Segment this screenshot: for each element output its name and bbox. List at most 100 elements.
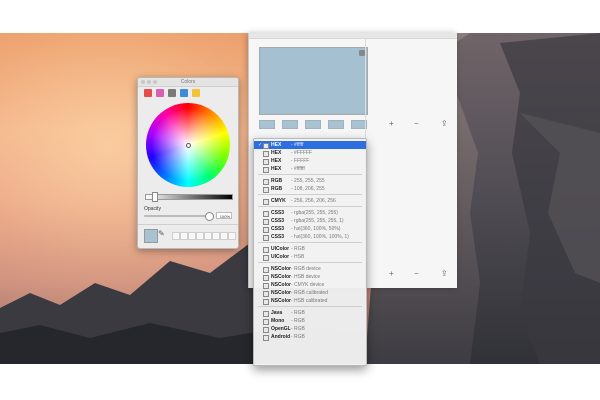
menu-item-label: Mono	[271, 318, 285, 324]
share-button-bottom[interactable]: ⇪	[441, 269, 448, 278]
eyedropper-icon[interactable]: ✎	[158, 229, 165, 238]
menu-item-value: - HSB device	[291, 274, 321, 280]
saved-swatch[interactable]	[188, 232, 196, 240]
add-button-bottom[interactable]: +	[389, 269, 394, 278]
menu-item-label: Android	[271, 334, 291, 340]
format-icon	[263, 235, 269, 241]
menu-separator	[258, 174, 362, 175]
menu-item-label: NSColor	[271, 274, 291, 280]
menu-item-nscolor[interactable]: NSColor - CMYK device	[254, 281, 366, 289]
brightness-slider[interactable]	[145, 194, 233, 200]
menu-item-label: NSColor	[271, 266, 291, 272]
saved-swatch[interactable]	[220, 232, 228, 240]
color-chip[interactable]	[282, 120, 298, 129]
format-icon	[263, 335, 269, 341]
menu-separator	[258, 262, 362, 263]
color-chip[interactable]	[328, 120, 344, 129]
menu-item-value: - 255, 255, 255	[291, 178, 325, 184]
color-chip[interactable]	[259, 120, 275, 129]
menu-item-value: - RGB	[291, 310, 305, 316]
menu-item-value: - RGB	[291, 318, 305, 324]
saved-swatch[interactable]	[172, 232, 180, 240]
menu-item-value: - rgba(255, 255, 255, 1)	[291, 218, 344, 224]
format-icon	[263, 187, 269, 193]
menu-item-label: CSS3	[271, 234, 285, 240]
saved-swatch[interactable]	[212, 232, 220, 240]
menu-item-value: - RGB	[291, 246, 305, 252]
menu-item-uicolor[interactable]: UIColor - RGB	[254, 245, 366, 253]
menu-item-nscolor[interactable]: NSColor - RGB calibrated	[254, 289, 366, 297]
opacity-label: Opacity	[144, 206, 161, 212]
menu-item-nscolor[interactable]: NSColor - HSB device	[254, 273, 366, 281]
menu-item-value: - FFFFF	[291, 158, 310, 164]
menu-item-label: HEX	[271, 150, 282, 156]
menu-item-value: - 256, 256, 206, 256	[291, 198, 336, 204]
saved-swatch[interactable]	[204, 232, 212, 240]
remove-button[interactable]: −	[414, 119, 419, 128]
menu-item-label: OpenGL	[271, 326, 291, 332]
menu-item-java[interactable]: Java - RGB	[254, 309, 366, 317]
menu-item-css3[interactable]: CSS3 - rgba(255, 255, 255, 1)	[254, 217, 366, 225]
menu-item-hex[interactable]: HEX - #ffffff	[254, 165, 366, 173]
color-preview-swatch[interactable]	[259, 47, 368, 115]
menu-item-css3[interactable]: CSS3 - rgba(255, 255, 255)	[254, 209, 366, 217]
menu-separator	[258, 306, 362, 307]
picker-divider	[138, 224, 238, 225]
menu-item-android[interactable]: Android - RGB	[254, 333, 366, 341]
color-palettes-icon[interactable]	[168, 89, 176, 97]
bottom-letterbox	[0, 364, 600, 400]
picker-title: Colors	[180, 79, 196, 85]
menu-item-mono[interactable]: Mono - RGB	[254, 317, 366, 325]
menu-item-label: UIColor	[271, 246, 290, 252]
opacity-slider-thumb[interactable]	[205, 212, 214, 221]
format-icon	[263, 299, 269, 305]
menu-item-cmyk[interactable]: CMYK - 256, 256, 206, 256	[254, 197, 366, 205]
menu-item-hex[interactable]: HEX - #FFFFF	[254, 149, 366, 157]
menu-item-css3[interactable]: CSS3 - hsl(360, 100%, 100%, 1)	[254, 233, 366, 241]
menu-item-label: HEX	[271, 142, 282, 148]
menu-item-rgb[interactable]: RGB - 255, 255, 255	[254, 177, 366, 185]
menu-item-value: - hsl(360, 100%, 100%, 1)	[291, 234, 349, 240]
menu-item-uicolor[interactable]: UIColor - HSB	[254, 253, 366, 261]
picker-toolbar	[138, 87, 238, 101]
color-chip[interactable]	[305, 120, 321, 129]
menu-item-hex[interactable]: ✓ HEX - #fffff	[254, 141, 366, 149]
menu-item-nscolor[interactable]: NSColor - RGB device	[254, 265, 366, 273]
menu-separator	[258, 242, 362, 243]
add-button[interactable]: +	[389, 119, 394, 128]
saved-swatch[interactable]	[228, 232, 236, 240]
window-titlebar[interactable]	[249, 33, 457, 39]
menu-item-label: RGB	[271, 178, 283, 184]
color-sliders-icon[interactable]	[156, 89, 164, 97]
menu-item-nscolor[interactable]: NSColor - HSB calibrated	[254, 297, 366, 305]
menu-item-opengl[interactable]: OpenGL - RGB	[254, 325, 366, 333]
saved-swatch[interactable]	[180, 232, 188, 240]
color-wheel-icon[interactable]	[144, 89, 152, 97]
crayons-icon[interactable]	[192, 89, 200, 97]
picker-titlebar[interactable]: Colors	[138, 78, 238, 87]
menu-item-value: - HSB	[291, 254, 305, 260]
opacity-slider[interactable]	[144, 215, 212, 217]
menu-item-value: - HSB calibrated	[291, 298, 328, 304]
remove-button-bottom[interactable]: −	[414, 269, 419, 278]
menu-item-label: CSS3	[271, 210, 285, 216]
menu-separator	[258, 206, 362, 207]
menu-item-rgb[interactable]: RGB - 108, 206, 255	[254, 185, 366, 193]
top-letterbox	[0, 0, 600, 33]
wheel-selector[interactable]	[186, 143, 191, 148]
brightness-slider-thumb[interactable]	[152, 192, 158, 202]
opacity-value-field[interactable]: 100%	[216, 212, 232, 219]
image-palettes-icon[interactable]	[180, 89, 188, 97]
menu-item-value: - #fffff	[291, 142, 304, 148]
menu-item-hex[interactable]: HEX - FFFFF	[254, 157, 366, 165]
current-color-swatch[interactable]	[144, 229, 158, 243]
menu-item-label: NSColor	[271, 290, 291, 296]
menu-item-value: - RGB device	[291, 266, 321, 272]
menu-item-value: - #FFFFF	[291, 150, 313, 156]
format-icon	[263, 199, 269, 205]
share-button[interactable]: ⇪	[441, 119, 448, 128]
color-wheel[interactable]	[146, 103, 230, 187]
menu-item-value: - RGB calibrated	[291, 290, 328, 296]
menu-item-css3[interactable]: CSS3 - hsl(360, 100%, 50%)	[254, 225, 366, 233]
saved-swatch[interactable]	[196, 232, 204, 240]
